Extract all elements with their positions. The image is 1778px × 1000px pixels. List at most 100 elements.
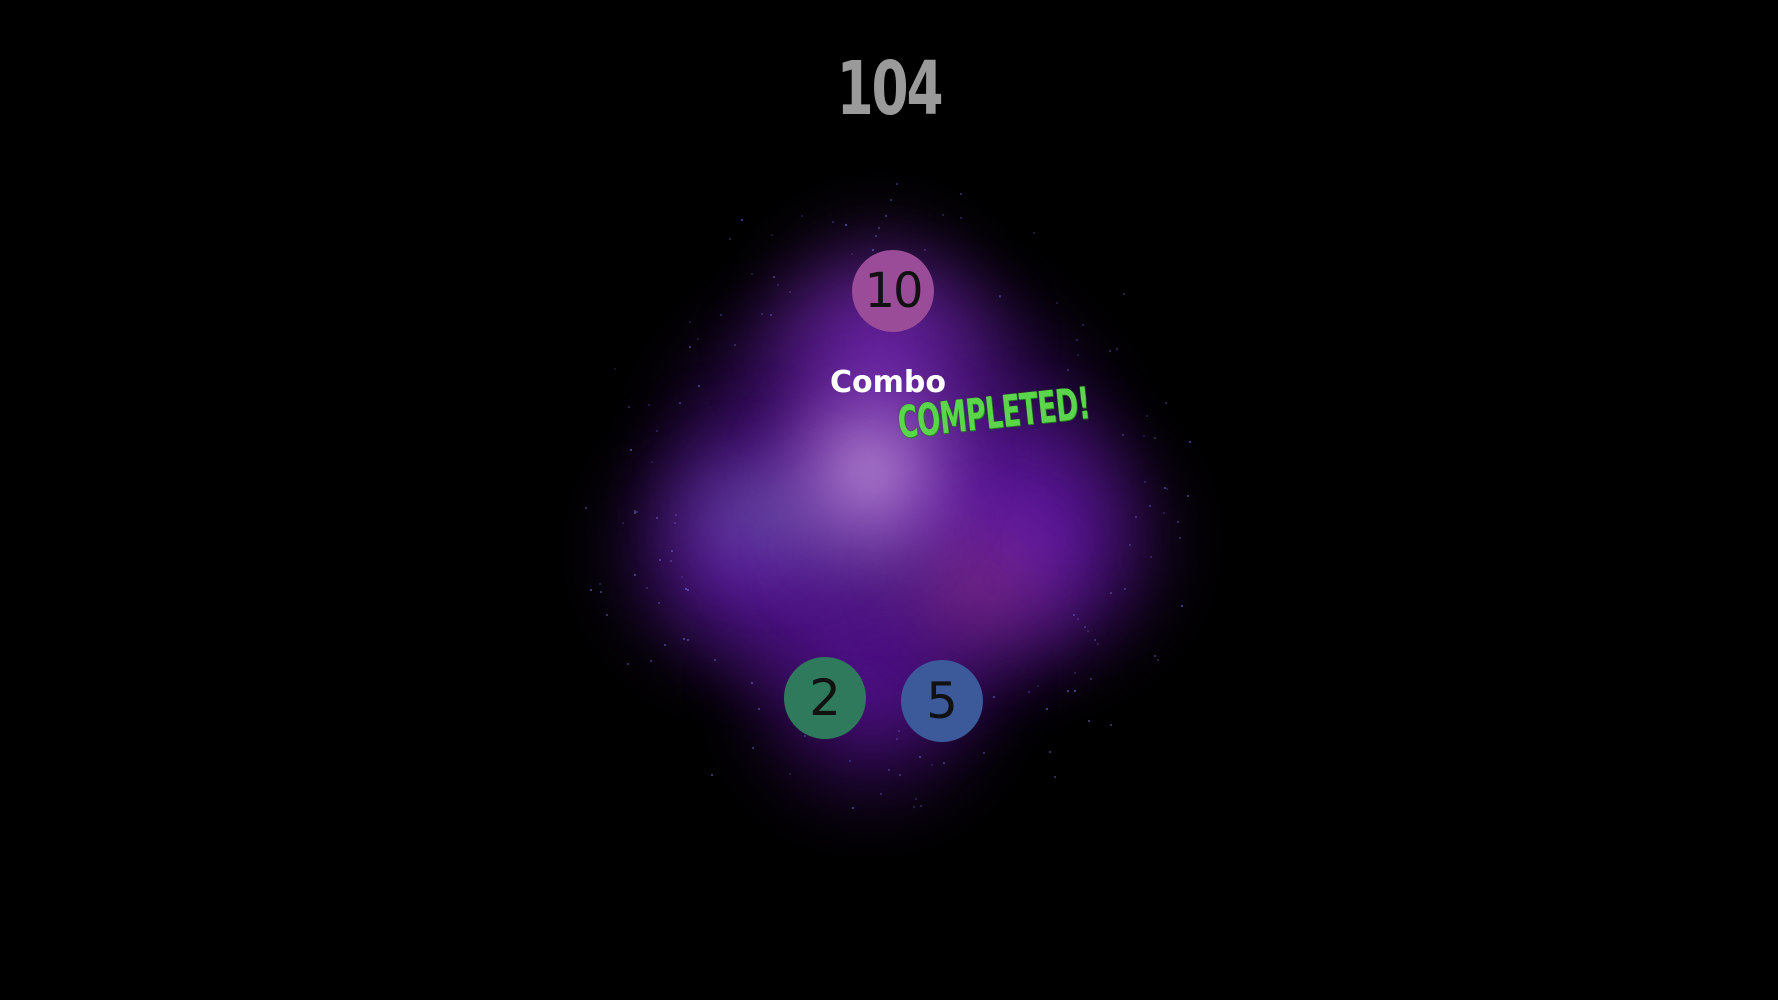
star-speck	[733, 343, 736, 346]
star-speck	[659, 559, 662, 562]
star-speck	[1097, 642, 1100, 645]
star-speck	[919, 804, 922, 807]
star-speck	[1081, 324, 1084, 327]
star-speck	[656, 430, 658, 433]
star-speck	[1087, 720, 1090, 723]
star-speck	[752, 746, 755, 749]
star-speck	[674, 513, 677, 516]
star-speck	[751, 681, 754, 684]
star-speck	[769, 314, 772, 317]
star-speck	[1143, 480, 1146, 483]
star-speck	[1083, 626, 1086, 629]
star-speck	[714, 659, 717, 662]
star-speck	[1181, 605, 1184, 607]
star-speck	[1027, 690, 1030, 693]
star-speck	[633, 510, 636, 513]
star-speck	[983, 751, 986, 754]
star-speck	[1073, 671, 1076, 674]
star-speck	[647, 403, 650, 406]
star-speck	[585, 507, 588, 510]
star-speck	[804, 735, 807, 737]
star-speck	[757, 708, 760, 710]
score-display: 104	[836, 46, 944, 132]
star-speck	[1089, 677, 1092, 680]
star-speck	[1176, 521, 1179, 524]
star-speck	[1148, 505, 1151, 508]
star-speck	[646, 586, 649, 589]
star-speck	[1076, 618, 1079, 621]
star-speck	[728, 238, 731, 241]
star-speck	[1165, 402, 1168, 405]
star-speck	[930, 764, 933, 767]
star-speck	[1135, 516, 1138, 519]
star-speck	[1166, 487, 1169, 490]
star-speck	[1143, 435, 1146, 438]
star-speck	[1153, 436, 1156, 439]
star-speck	[1093, 638, 1096, 641]
star-speck	[621, 522, 624, 524]
star-speck	[993, 696, 996, 699]
star-speck	[650, 460, 653, 463]
nebula-haze-blue	[660, 440, 880, 590]
star-speck	[1048, 750, 1051, 753]
star-speck	[875, 235, 878, 238]
star-speck	[697, 337, 700, 340]
star-speck	[636, 511, 639, 513]
star-speck	[941, 214, 944, 216]
star-speck	[888, 769, 890, 772]
star-speck	[689, 321, 692, 324]
number-ball-two[interactable]: 2	[784, 657, 866, 739]
star-speck	[606, 614, 609, 617]
star-speck	[884, 214, 887, 217]
star-speck	[832, 220, 835, 223]
star-speck	[912, 805, 915, 808]
star-speck	[877, 227, 880, 230]
star-speck	[1129, 543, 1131, 546]
star-speck	[628, 406, 631, 409]
star-speck	[679, 402, 682, 405]
star-speck	[801, 215, 804, 218]
star-speck	[1072, 614, 1075, 617]
star-speck	[1045, 708, 1048, 711]
star-speck	[634, 573, 637, 576]
star-speck	[1122, 293, 1125, 296]
star-speck	[1116, 348, 1119, 351]
nebula-lobe-bottom	[710, 560, 1030, 820]
star-speck	[918, 755, 921, 758]
star-speck	[1109, 723, 1112, 726]
star-speck	[1186, 494, 1189, 497]
star-speck	[895, 738, 898, 741]
star-speck	[1036, 685, 1039, 688]
star-speck	[898, 773, 901, 776]
star-speck	[1056, 302, 1059, 305]
star-speck	[761, 312, 763, 315]
star-speck	[1146, 414, 1149, 417]
star-speck	[924, 249, 927, 251]
star-speck	[1108, 350, 1111, 353]
nebula-haze-red	[880, 500, 1080, 670]
star-speck	[896, 183, 899, 186]
star-speck	[771, 234, 774, 237]
star-speck	[750, 272, 753, 275]
star-speck	[1157, 659, 1160, 662]
star-speck	[1162, 511, 1165, 514]
star-speck	[1087, 630, 1089, 633]
star-speck	[943, 762, 946, 764]
star-speck	[687, 588, 690, 591]
star-speck	[1067, 369, 1070, 372]
star-speck	[1066, 689, 1069, 692]
number-ball-five[interactable]: 5	[901, 660, 983, 742]
star-speck	[848, 760, 851, 763]
star-speck	[1149, 555, 1152, 558]
star-speck	[788, 772, 791, 775]
star-speck	[1188, 441, 1191, 444]
star-speck	[773, 276, 775, 279]
star-speck	[598, 582, 601, 585]
star-speck	[600, 590, 603, 593]
star-speck	[697, 385, 700, 388]
number-ball-ten[interactable]: 10	[852, 250, 934, 332]
star-speck	[589, 589, 592, 592]
star-speck	[844, 224, 847, 227]
star-speck	[663, 643, 666, 646]
star-speck	[1178, 537, 1181, 540]
